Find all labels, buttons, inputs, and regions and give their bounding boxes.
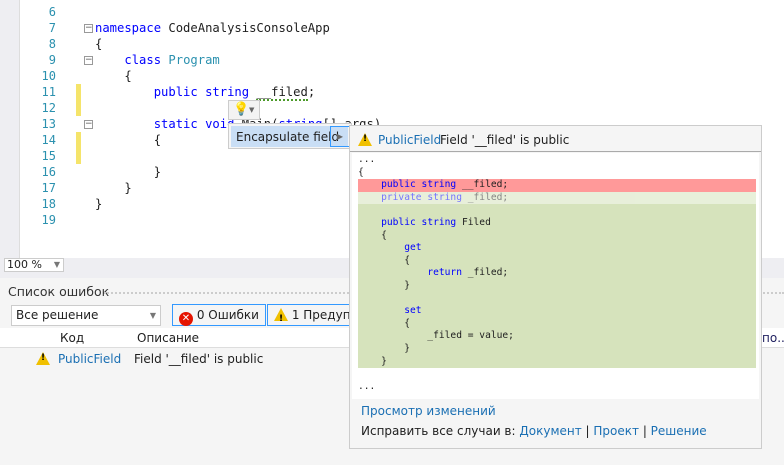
- line-number: 8: [48, 37, 56, 51]
- line-number: 9: [48, 53, 56, 67]
- line-number: 17: [41, 181, 56, 195]
- preview-code-line: set: [358, 305, 756, 318]
- line-number: 6: [48, 5, 56, 19]
- row-description: Field '__filed' is public: [134, 352, 264, 366]
- code-line[interactable]: }: [95, 196, 102, 212]
- code-line[interactable]: namespace CodeAnalysisConsoleApp: [95, 20, 330, 36]
- preview-code-line: return _filed;: [358, 267, 756, 280]
- code-line[interactable]: }: [95, 180, 131, 196]
- preview-code-line: _filed = value;: [358, 330, 756, 343]
- code-line[interactable]: public string __filed;: [95, 84, 315, 101]
- errors-filter-button[interactable]: ✕ 0 Ошибки: [172, 304, 266, 326]
- submenu-arrow-icon[interactable]: ▶: [330, 126, 350, 147]
- preview-code-line: {: [358, 166, 364, 178]
- zoom-dropdown[interactable]: 100 % ▼: [4, 258, 64, 272]
- preview-code-line: }: [358, 343, 756, 356]
- preview-code-line: [358, 292, 756, 306]
- chevron-down-icon: ▼: [249, 106, 255, 114]
- line-number: 16: [41, 165, 56, 179]
- editor-margin: [0, 0, 20, 258]
- fix-document-link[interactable]: Документ: [519, 424, 581, 438]
- preview-code-line: {: [358, 229, 756, 243]
- preview-code-line: {: [358, 317, 756, 331]
- panel-title: Список ошибок: [8, 284, 110, 299]
- rule-link[interactable]: PublicField: [58, 352, 121, 366]
- preview-code-line: private string _filed;: [358, 191, 756, 205]
- code-line[interactable]: class Program: [95, 52, 219, 68]
- fix-project-link[interactable]: Проект: [593, 424, 639, 438]
- line-number: 12: [41, 101, 56, 115]
- collapse-class-button[interactable]: −: [84, 56, 93, 65]
- view-changes-link[interactable]: Просмотр изменений: [361, 404, 496, 418]
- line-number: 10: [41, 69, 56, 83]
- warning-icon: [36, 352, 50, 365]
- preview-message: Field '__filed' is public: [440, 133, 570, 147]
- preview-code-line: public string Filed: [358, 217, 756, 230]
- fix-solution-link[interactable]: Решение: [651, 424, 707, 438]
- preview-header: PublicField Field '__filed' is public: [350, 126, 761, 152]
- preview-code-line: public string __filed;: [358, 179, 756, 192]
- warnings-filter-button[interactable]: 1 Предупре: [267, 304, 357, 326]
- scope-dropdown[interactable]: Все решение ▼: [11, 305, 161, 326]
- lightbulb-button[interactable]: 💡 ▼: [228, 100, 260, 120]
- code-line[interactable]: {: [95, 68, 131, 84]
- quick-actions-menu: Encapsulate field ▶: [228, 123, 352, 149]
- preview-code-line: }: [358, 355, 756, 369]
- code-line[interactable]: }: [95, 164, 161, 180]
- encapsulate-field-item[interactable]: Encapsulate field ▶: [231, 126, 350, 147]
- preview-code-line: [358, 368, 756, 381]
- column-description[interactable]: Описание: [137, 331, 199, 345]
- fix-preview-panel: PublicField Field '__filed' is public ..…: [349, 125, 762, 449]
- line-number: 7: [48, 21, 56, 35]
- code-line[interactable]: {: [95, 132, 161, 148]
- error-icon: ✕: [179, 312, 193, 326]
- line-number: 18: [41, 197, 56, 211]
- preview-code: ...{ public string __filed; private stri…: [352, 153, 759, 399]
- line-number: 19: [41, 213, 56, 227]
- column-code[interactable]: Код: [60, 331, 84, 345]
- line-number: 11: [41, 85, 56, 99]
- preview-code-line: {: [358, 254, 756, 268]
- lightbulb-icon: 💡: [233, 102, 250, 117]
- collapse-method-button[interactable]: −: [84, 120, 93, 129]
- line-number: 13: [41, 117, 56, 131]
- collapse-namespace-button[interactable]: −: [84, 24, 93, 33]
- line-number: 14: [41, 133, 56, 147]
- fix-all-row: Исправить все случаи в: Документ | Проек…: [361, 424, 707, 438]
- preview-code-line: get: [358, 242, 756, 255]
- preview-code-line: }: [358, 280, 756, 293]
- line-number: 15: [41, 149, 56, 163]
- column-project[interactable]: по...: [762, 331, 784, 345]
- change-marker: [76, 84, 81, 116]
- change-marker: [76, 132, 81, 164]
- preview-code-line: ...: [358, 380, 376, 392]
- rule-link[interactable]: PublicField: [378, 133, 441, 147]
- preview-code-line: [358, 204, 756, 217]
- code-line[interactable]: {: [95, 36, 102, 52]
- warning-icon: [274, 308, 288, 325]
- preview-code-line: ...: [358, 154, 376, 165]
- warning-icon: [358, 133, 372, 146]
